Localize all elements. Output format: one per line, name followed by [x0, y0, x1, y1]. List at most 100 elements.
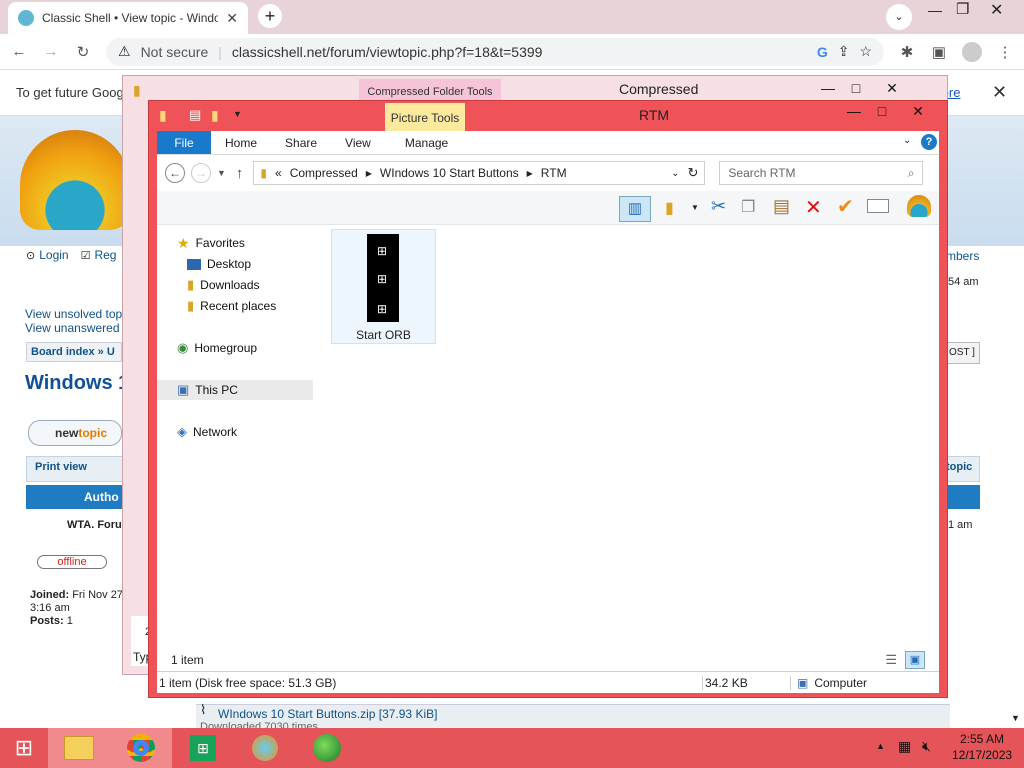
breadcrumb-bar[interactable]: ▮ « Compressed ▶ WIndows 10 Start Button… — [253, 161, 706, 185]
refresh-icon[interactable]: ↻ — [688, 165, 699, 181]
breadcrumb-rtm[interactable]: RTM — [541, 166, 663, 180]
reload-icon[interactable]: ↻ — [74, 43, 92, 61]
back-icon[interactable]: ← — [10, 43, 28, 60]
back-button[interactable]: ← — [165, 163, 185, 183]
view-unsolved-link[interactable]: View unsolved top — [25, 307, 122, 321]
nav-desktop[interactable]: Desktop — [187, 254, 251, 274]
info-bar-text: To get future Goog — [16, 85, 124, 100]
browser-tab[interactable]: Classic Shell • View topic - Windo ✕ — [8, 2, 248, 34]
print-view-link[interactable]: Print view — [35, 461, 87, 473]
profile-avatar[interactable] — [962, 41, 982, 62]
maximize-button[interactable]: □ — [869, 101, 895, 121]
tab-share[interactable]: Share — [271, 131, 331, 154]
next-topic-link[interactable]: topic — [946, 461, 972, 473]
picture-tools-tab[interactable]: Picture Tools — [385, 103, 465, 133]
paste-icon[interactable]: ▤ — [773, 196, 790, 217]
tab-manage[interactable]: Manage — [385, 131, 468, 154]
close-button[interactable]: ✕ — [905, 101, 931, 121]
attachment-link[interactable]: WIndows 10 Start Buttons.zip [37.93 KiB] — [218, 707, 437, 721]
breadcrumb-compressed[interactable]: Compressed — [290, 166, 358, 180]
tab-view[interactable]: View — [331, 131, 385, 154]
side-panel-icon[interactable]: ▣ — [930, 43, 948, 61]
properties-check-icon[interactable]: ✔ — [837, 194, 854, 219]
close-browser-button[interactable]: ✕ — [990, 0, 1003, 20]
compressed-maximize-button[interactable]: □ — [843, 78, 869, 98]
view-unanswered-link[interactable]: View unanswered — [25, 321, 120, 335]
tab-home[interactable]: Home — [211, 131, 271, 154]
address-dropdown-icon[interactable]: ⌄ — [671, 168, 679, 179]
breadcrumb-start-buttons[interactable]: WIndows 10 Start Buttons — [380, 166, 519, 180]
preview-pane-icon[interactable]: ▥ — [619, 196, 651, 222]
homegroup-icon: ◉ — [177, 340, 189, 355]
taskbar-store[interactable]: ⊞ — [172, 728, 234, 768]
taskbar-app[interactable] — [234, 728, 296, 768]
show-hidden-icons[interactable]: ▲ — [876, 741, 885, 751]
forward-button[interactable]: → — [191, 163, 211, 183]
file-item-start-orb[interactable]: ⊞ ⊞ ⊞ Start ORB — [331, 229, 436, 344]
up-button[interactable]: ↑ — [236, 165, 244, 182]
classic-shell-settings-icon[interactable] — [907, 195, 931, 217]
forward-icon[interactable]: → — [42, 43, 60, 60]
start-button[interactable]: ⊞ — [0, 728, 48, 768]
register-link[interactable]: Reg — [94, 248, 116, 262]
nav-this-pc[interactable]: ▣ This PC — [157, 380, 313, 400]
desktop-icon — [187, 258, 201, 270]
volume-muted-icon[interactable]: 🔇︎ — [922, 738, 931, 755]
cut-icon[interactable]: ✂ — [711, 196, 726, 217]
tab-file[interactable]: File — [157, 131, 211, 154]
rename-icon[interactable] — [867, 199, 889, 213]
rtm-explorer-window[interactable]: ▮ ▤ ▮ ▼ Picture Tools RTM — □ ✕ File Hom… — [148, 100, 948, 698]
quick-access-folder-icon[interactable]: ▮ — [159, 107, 167, 124]
google-icon[interactable]: G — [817, 44, 828, 60]
taskbar-chrome[interactable] — [110, 728, 172, 768]
nav-recent-places[interactable]: ▮ Recent places — [187, 296, 276, 316]
search-box[interactable]: Search RTM ⌕ — [719, 161, 924, 185]
board-index-link[interactable]: Board index — [31, 346, 95, 358]
minimize-browser-button[interactable]: — — [928, 2, 942, 18]
new-tab-button[interactable]: + — [258, 4, 282, 28]
compressed-close-button[interactable]: ✕ — [879, 78, 905, 98]
quick-access-properties-icon[interactable]: ▤ — [189, 107, 201, 123]
bookmark-star-icon[interactable]: ☆ — [859, 43, 872, 60]
address-bar[interactable]: ⚠ Not secure | classicshell.net/forum/vi… — [106, 37, 884, 66]
extensions-icon[interactable]: ✱ — [898, 43, 916, 61]
members-link[interactable]: mbers — [946, 249, 979, 263]
nav-network[interactable]: ◈ Network — [177, 422, 237, 442]
status-bar: 1 item (Disk free space: 51.3 GB) 34.2 K… — [157, 671, 939, 693]
close-infobar-icon[interactable]: ✕ — [992, 82, 1007, 103]
scroll-down-icon[interactable]: ▼ — [1011, 713, 1020, 723]
address-row: ← → ▼ ↑ ▮ « Compressed ▶ WIndows 10 Star… — [157, 157, 939, 189]
browser-menu-icon[interactable]: ⋮ — [996, 43, 1014, 61]
folder-options-icon[interactable]: ▮ — [665, 198, 674, 218]
minimize-button[interactable]: — — [841, 101, 867, 121]
delete-icon[interactable]: ✕ — [805, 195, 822, 220]
copy-icon[interactable]: ❐ — [741, 197, 755, 217]
network-tray-icon[interactable]: ▦ — [898, 738, 911, 755]
store-icon: ⊞ — [190, 735, 216, 761]
recent-locations-icon[interactable]: ▼ — [217, 168, 226, 178]
ribbon-expand-icon[interactable]: ⌄ — [903, 135, 911, 146]
mouse-cursor-icon: ↖ — [385, 291, 397, 307]
nav-downloads[interactable]: ▮ Downloads — [187, 275, 260, 295]
folder-options-dropdown-icon[interactable]: ▼ — [691, 203, 699, 212]
quick-access-dropdown-icon[interactable]: ▼ — [233, 109, 242, 119]
nav-homegroup[interactable]: ◉ Homegroup — [177, 338, 257, 358]
tab-search-button[interactable]: ⌄ — [886, 4, 912, 30]
taskbar-globe-app[interactable] — [296, 728, 358, 768]
details-view-icon[interactable]: ☰ — [885, 652, 897, 668]
login-link[interactable]: Login — [39, 248, 68, 262]
folder-icon: ▮ — [133, 81, 141, 98]
restore-browser-button[interactable]: ❐ — [956, 0, 969, 18]
close-tab-icon[interactable]: ✕ — [226, 10, 238, 27]
nav-favorites[interactable]: ★ Favorites — [177, 233, 245, 253]
compressed-minimize-button[interactable]: — — [815, 78, 841, 98]
post-reply-button[interactable]: OST ] — [946, 342, 980, 364]
new-topic-button[interactable]: new topic — [28, 420, 122, 446]
large-icons-view-icon[interactable]: ▣ — [905, 651, 925, 669]
taskbar-file-explorer[interactable] — [48, 728, 110, 768]
share-icon[interactable]: ⇪ — [838, 43, 850, 60]
clock-time[interactable]: 2:55 AM — [960, 732, 1004, 746]
quick-access-newfolder-icon[interactable]: ▮ — [211, 107, 219, 124]
clock-date[interactable]: 12/17/2023 — [952, 748, 1012, 762]
help-icon[interactable]: ? — [921, 134, 937, 150]
